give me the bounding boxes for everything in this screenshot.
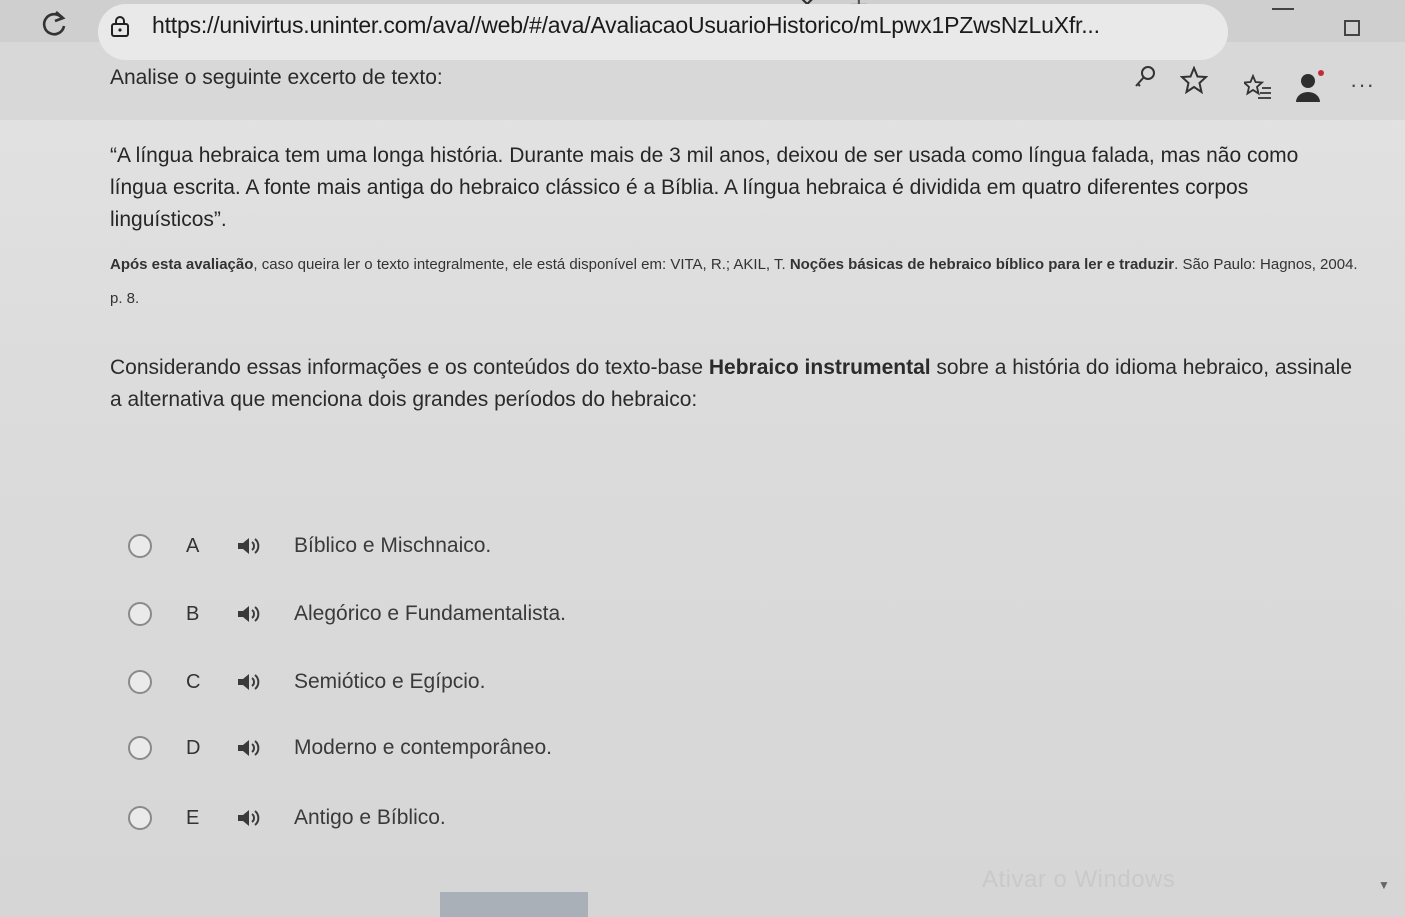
windows-activation-watermark: Ativar o Windows [982, 866, 1176, 893]
lock-icon[interactable] [108, 14, 132, 38]
minimize-icon[interactable] [1272, 8, 1294, 10]
option-e[interactable]: E Antigo e Bíblico. [110, 790, 670, 846]
audio-icon[interactable] [236, 604, 262, 624]
audio-icon[interactable] [236, 738, 262, 758]
audio-icon[interactable] [236, 808, 262, 828]
reference-lead: Após esta avaliação [110, 256, 254, 273]
radio-button[interactable] [128, 602, 152, 626]
option-b[interactable]: B Alegórico e Fundamentalista. [110, 586, 670, 642]
option-letter: C [186, 670, 201, 693]
reference-title: Noções básicas de hebraico bíblico para … [789, 256, 1175, 273]
option-a[interactable]: A Bíblico e Mischnaico. [110, 518, 670, 574]
audio-icon[interactable] [236, 672, 262, 692]
option-text[interactable]: Antigo e Bíblico. [294, 806, 446, 830]
quote-text: “A língua hebraica tem uma longa históri… [110, 144, 1299, 231]
option-text[interactable]: Semiótico e Egípcio. [294, 670, 485, 694]
option-text[interactable]: Moderno e contemporâneo. [294, 736, 552, 760]
scroll-down-icon[interactable]: ▼ [1378, 878, 1390, 892]
profile-icon[interactable] [1294, 68, 1326, 104]
favorites-icon[interactable] [1244, 74, 1272, 100]
radio-button[interactable] [128, 670, 152, 694]
reference-text: Após esta avaliação, caso queira ler o t… [110, 248, 1360, 316]
option-text[interactable]: Bíblico e Mischnaico. [294, 534, 491, 558]
url-text[interactable]: https://univirtus.uninter.com/ava//web/#… [152, 12, 1122, 39]
question-bold: Hebraico instrumental [708, 356, 931, 379]
intro-text: Analise o seguinte excerto de texto: [110, 66, 443, 89]
radio-button[interactable] [128, 736, 152, 760]
maximize-icon[interactable] [1344, 20, 1360, 36]
star-icon[interactable] [1180, 66, 1208, 94]
radio-button[interactable] [128, 806, 152, 830]
option-text[interactable]: Alegórico e Fundamentalista. [294, 602, 566, 626]
more-icon[interactable]: ··· [1350, 72, 1375, 98]
option-letter: A [186, 534, 200, 557]
reload-icon[interactable] [40, 10, 68, 38]
option-d[interactable]: D Moderno e contemporâneo. [110, 720, 670, 776]
option-c[interactable]: C Semiótico e Egípcio. [110, 654, 670, 710]
radio-button[interactable] [128, 534, 152, 558]
option-letter: D [186, 736, 201, 759]
question-pre: Considerando essas informações e os cont… [110, 356, 709, 379]
taskbar-item[interactable] [440, 892, 588, 917]
option-letter: E [186, 806, 200, 829]
key-icon[interactable] [1132, 64, 1158, 90]
option-letter: B [186, 602, 200, 625]
audio-icon[interactable] [236, 536, 262, 556]
question-text: Considerando essas informações e os cont… [110, 352, 1365, 416]
reference-mid: , caso queira ler o texto integralmente,… [253, 256, 790, 273]
